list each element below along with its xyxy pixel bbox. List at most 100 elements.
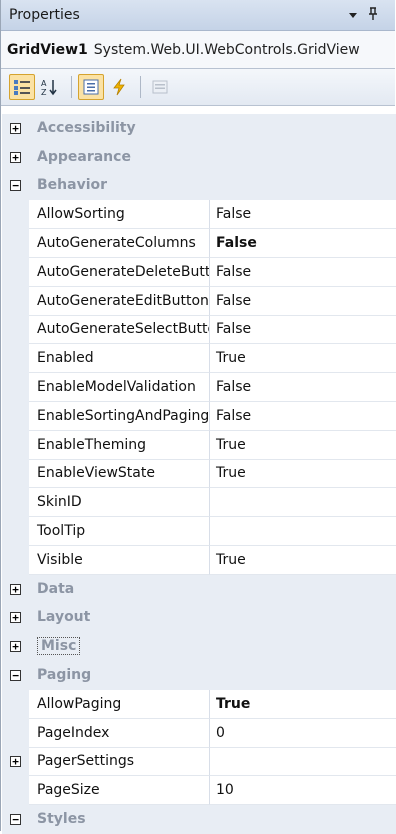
properties-icon: [83, 79, 99, 95]
property-name: PageSize: [29, 776, 210, 806]
property-name: EnableViewState: [29, 459, 210, 489]
property-value[interactable]: False: [210, 402, 396, 431]
property-name: EnableModelValidation: [29, 373, 210, 402]
property-value[interactable]: False: [210, 373, 396, 402]
expand-icon[interactable]: +: [10, 641, 21, 653]
property-row[interactable]: PageSize 10: [2, 776, 396, 806]
category-label: Paging: [29, 661, 396, 690]
pin-icon[interactable]: [363, 6, 383, 24]
property-name: AllowPaging: [29, 689, 210, 719]
category-label: Appearance: [29, 142, 396, 172]
svg-text:A: A: [41, 79, 47, 88]
property-value[interactable]: 10: [210, 776, 396, 806]
property-name: AutoGenerateDeleteButton: [29, 257, 210, 287]
object-type: System.Web.UI.WebControls.GridView: [93, 41, 360, 58]
property-value[interactable]: False: [210, 229, 396, 258]
property-name: SkinID: [29, 488, 210, 518]
expand-icon[interactable]: +: [10, 151, 21, 163]
property-row[interactable]: EnableModelValidation False: [2, 373, 396, 402]
expand-icon[interactable]: +: [10, 756, 21, 768]
collapse-icon[interactable]: −: [10, 814, 21, 826]
property-row[interactable]: AllowPaging True: [2, 689, 396, 719]
property-name: ToolTip: [29, 517, 210, 546]
property-name: EnableTheming: [29, 430, 210, 460]
events-icon: [113, 78, 125, 96]
property-row[interactable]: Visible True: [2, 545, 396, 575]
property-row[interactable]: AutoGenerateSelectButton False: [2, 315, 396, 345]
property-grid: + Accessibility + Appearance − Behavior …: [2, 114, 396, 834]
category-appearance[interactable]: + Appearance: [2, 142, 396, 172]
expand-icon[interactable]: +: [10, 612, 21, 624]
property-pages-icon: [152, 80, 168, 94]
category-label: Styles: [29, 805, 396, 834]
categorized-icon: [14, 80, 30, 95]
property-value[interactable]: True: [210, 344, 396, 374]
category-label: Data: [29, 574, 396, 604]
property-row[interactable]: Enabled True: [2, 344, 396, 374]
property-value[interactable]: 0: [210, 719, 396, 748]
property-value[interactable]: False: [210, 200, 396, 230]
category-label: Behavior: [29, 171, 396, 201]
property-value[interactable]: [210, 748, 396, 777]
property-name: AutoGenerateSelectButton: [29, 315, 210, 345]
category-layout[interactable]: + Layout: [2, 603, 396, 633]
property-row[interactable]: AutoGenerateDeleteButton False: [2, 257, 396, 287]
events-button[interactable]: [106, 74, 132, 100]
category-styles[interactable]: − Styles: [2, 805, 396, 834]
properties-toolbar: A Z: [1, 69, 395, 106]
category-accessibility[interactable]: + Accessibility: [2, 114, 396, 143]
properties-window: Properties GridView1 System.Web.UI.WebCo…: [0, 0, 396, 834]
window-title: Properties: [9, 7, 80, 23]
alphabetical-button[interactable]: A Z: [37, 74, 63, 100]
property-row[interactable]: EnableSortingAndPagingCallbacks False: [2, 401, 396, 431]
property-row[interactable]: ToolTip: [2, 517, 396, 546]
property-value[interactable]: [210, 517, 396, 546]
property-name: AutoGenerateEditButton: [29, 286, 210, 316]
property-value[interactable]: False: [210, 258, 396, 287]
property-value[interactable]: True: [210, 690, 396, 719]
toolbar-separator: [71, 76, 72, 98]
property-name: PagerSettings: [29, 747, 210, 777]
property-pages-button[interactable]: [147, 74, 173, 100]
property-row[interactable]: AllowSorting False: [2, 200, 396, 230]
property-row[interactable]: + PagerSettings: [2, 747, 396, 777]
properties-button[interactable]: [78, 74, 104, 100]
property-value[interactable]: False: [210, 287, 396, 316]
property-name: AutoGenerateColumns: [29, 229, 210, 258]
property-name: Enabled: [29, 344, 210, 374]
property-value[interactable]: False: [210, 316, 396, 345]
property-name: PageIndex: [29, 718, 210, 748]
property-row[interactable]: SkinID: [2, 488, 396, 518]
category-data[interactable]: + Data: [2, 574, 396, 604]
property-value[interactable]: True: [210, 460, 396, 489]
property-value[interactable]: [210, 488, 396, 518]
collapse-icon[interactable]: −: [10, 670, 21, 682]
expand-icon[interactable]: +: [10, 122, 21, 134]
category-label: Layout: [29, 603, 396, 633]
property-row[interactable]: AutoGenerateEditButton False: [2, 286, 396, 316]
property-value[interactable]: True: [210, 546, 396, 575]
category-paging[interactable]: − Paging: [2, 661, 396, 690]
category-label: Accessibility: [29, 114, 396, 143]
collapse-icon[interactable]: −: [10, 180, 21, 192]
expand-icon[interactable]: +: [10, 583, 21, 595]
alphabetical-icon: A Z: [41, 79, 57, 96]
category-behavior[interactable]: − Behavior: [2, 171, 396, 201]
property-name: Visible: [29, 545, 210, 575]
property-row[interactable]: AutoGenerateColumns False: [2, 229, 396, 258]
property-name: AllowSorting: [29, 200, 210, 230]
toolbar-separator: [140, 76, 141, 98]
property-row[interactable]: EnableTheming True: [2, 430, 396, 460]
svg-text:Z: Z: [41, 88, 47, 96]
object-name: GridView1: [7, 41, 88, 58]
category-label: Misc: [37, 637, 81, 656]
property-row[interactable]: PageIndex 0: [2, 718, 396, 748]
property-name: EnableSortingAndPagingCallbacks: [29, 401, 210, 431]
property-value[interactable]: True: [210, 431, 396, 460]
category-misc[interactable]: + Misc: [2, 632, 396, 662]
object-selector[interactable]: GridView1 System.Web.UI.WebControls.Grid…: [1, 31, 395, 69]
dropdown-arrow-icon[interactable]: [343, 8, 363, 22]
properties-title-bar: Properties: [1, 0, 395, 31]
property-row[interactable]: EnableViewState True: [2, 459, 396, 489]
categorized-button[interactable]: [9, 74, 35, 100]
